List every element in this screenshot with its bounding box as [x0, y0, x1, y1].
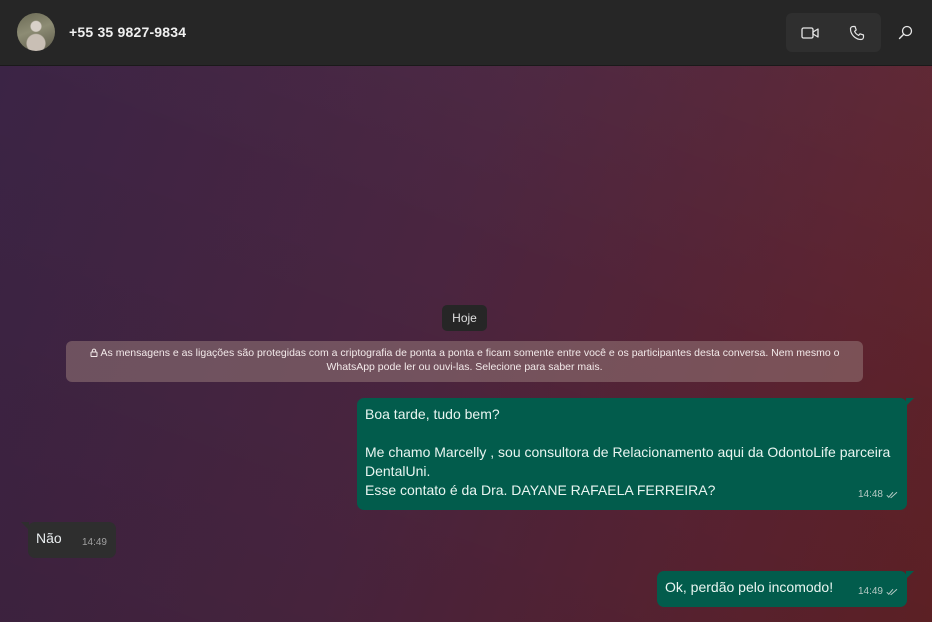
encryption-notice-text: As mensagens e as ligações são protegida…	[100, 347, 840, 373]
contact-avatar[interactable]	[17, 13, 55, 51]
message-meta: 14:48	[858, 485, 898, 504]
message-time: 14:48	[857, 489, 883, 500]
double-check-icon	[886, 491, 898, 498]
message-time: 14:49	[857, 586, 883, 597]
call-button-group	[786, 13, 881, 52]
message-bubble-incoming[interactable]: Não 14:49	[21, 522, 116, 558]
message-time: 14:49	[81, 537, 107, 548]
date-separator: Hoje	[442, 305, 487, 331]
voice-call-button[interactable]	[833, 13, 880, 52]
video-call-button[interactable]	[786, 13, 833, 52]
search-button[interactable]	[890, 17, 920, 47]
double-check-icon	[886, 588, 898, 595]
bubble-tail	[906, 571, 914, 579]
message-text: Boa tarde, tudo bem? Me chamo Marcelly ,…	[365, 406, 891, 498]
phone-icon	[849, 25, 864, 40]
message-meta: 14:49	[858, 582, 898, 601]
bubble-tail	[906, 398, 914, 406]
chat-area[interactable]: Hoje As mensagens e as ligações são prot…	[0, 66, 932, 622]
video-camera-icon	[800, 26, 819, 39]
message-bubble-outgoing[interactable]: Ok, perdão pelo incomodo! 14:49	[657, 571, 914, 607]
search-icon	[898, 25, 912, 39]
chat-header: +55 35 9827-9834	[0, 0, 932, 66]
encryption-notice[interactable]: As mensagens e as ligações são protegida…	[66, 341, 863, 382]
message-meta: 14:49	[82, 533, 107, 552]
bubble-tail	[21, 522, 29, 530]
lock-icon	[90, 348, 98, 361]
contact-name[interactable]: +55 35 9827-9834	[69, 24, 186, 40]
message-bubble-outgoing[interactable]: Boa tarde, tudo bem? Me chamo Marcelly ,…	[357, 398, 914, 510]
